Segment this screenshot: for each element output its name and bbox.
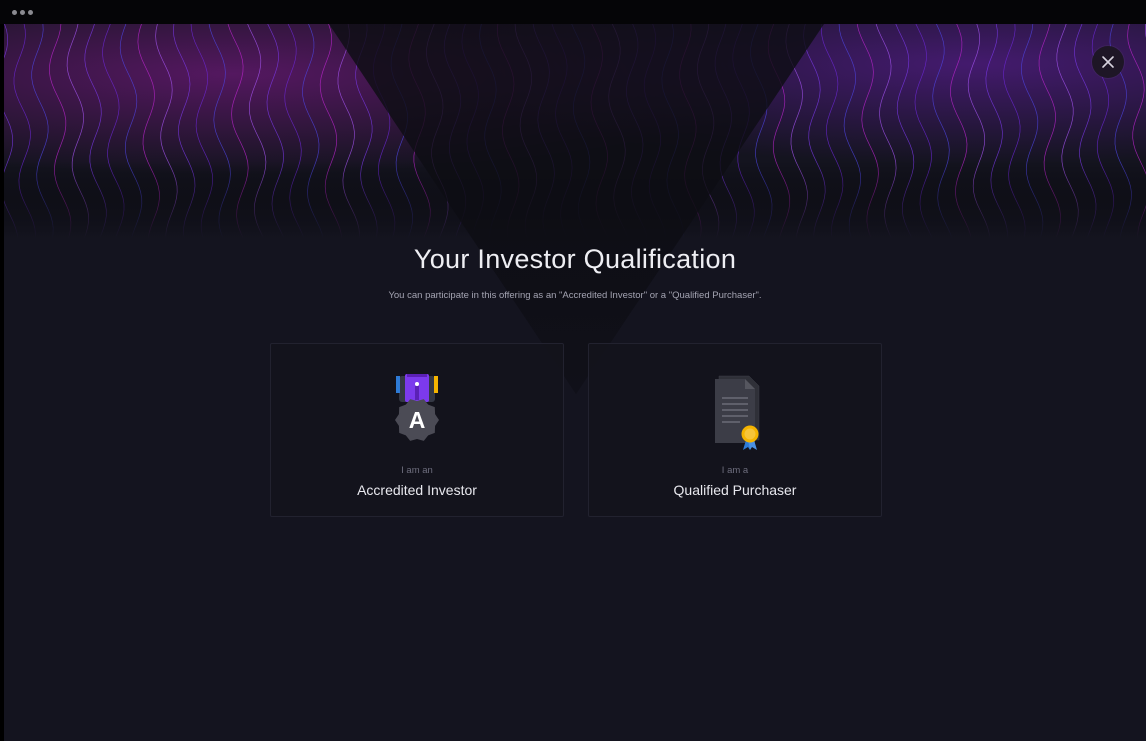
accredited-medal-icon: A — [395, 374, 439, 441]
option-label: Accredited Investor — [357, 482, 477, 498]
window-control-dot[interactable] — [12, 10, 17, 15]
window-titlebar — [0, 0, 1146, 24]
page-title: Your Investor Qualification — [413, 244, 737, 274]
browser-window: Your Investor Qualification You can part… — [0, 0, 1146, 741]
page-subtitle: You can participate in this offering as … — [388, 290, 762, 301]
window-control-dot[interactable] — [28, 10, 33, 15]
option-prefix: I am a — [721, 465, 749, 476]
close-icon — [1102, 56, 1114, 68]
window-control-dot[interactable] — [20, 10, 25, 15]
close-button[interactable] — [1092, 46, 1124, 78]
certificate-document-icon — [715, 375, 760, 450]
medal-letter: A — [409, 407, 426, 433]
hero-wave-background — [4, 24, 1146, 414]
qualification-modal: Your Investor Qualification You can part… — [4, 24, 1146, 741]
qualified-purchaser-option[interactable]: I am a Qualified Purchaser — [588, 343, 882, 517]
option-prefix: I am an — [401, 465, 433, 476]
option-label: Qualified Purchaser — [673, 482, 797, 498]
accredited-investor-option[interactable]: A I am an Accredited Investor — [270, 343, 564, 517]
